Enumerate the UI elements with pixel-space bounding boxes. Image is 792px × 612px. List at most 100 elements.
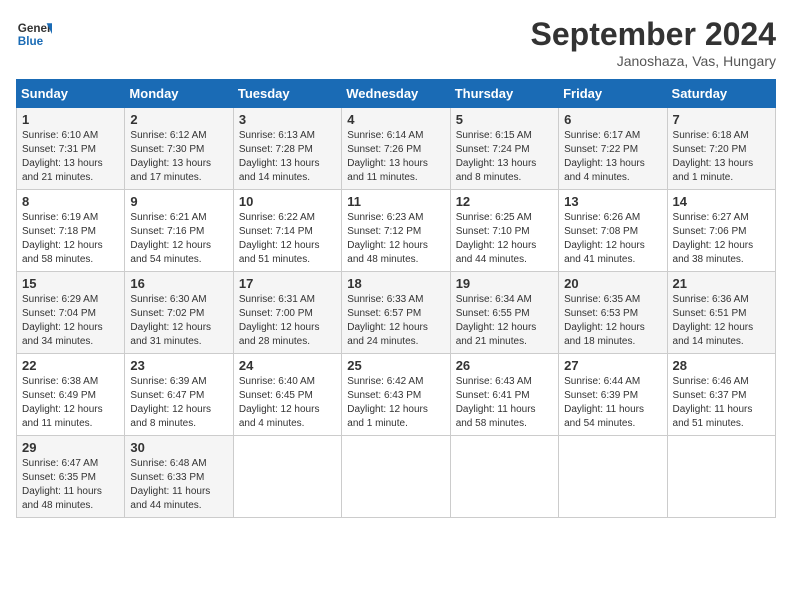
- calendar-cell: 19 Sunrise: 6:34 AM Sunset: 6:55 PM Dayli…: [450, 272, 558, 354]
- calendar-cell: 23 Sunrise: 6:39 AM Sunset: 6:47 PM Dayli…: [125, 354, 233, 436]
- day-info: Sunrise: 6:36 AM Sunset: 6:51 PM Dayligh…: [673, 293, 770, 349]
- day-number: 1: [22, 112, 119, 127]
- day-info: Sunrise: 6:38 AM Sunset: 6:49 PM Dayligh…: [22, 375, 119, 431]
- calendar-week-2: 8 Sunrise: 6:19 AM Sunset: 7:18 PM Daylig…: [17, 190, 776, 272]
- day-number: 18: [347, 276, 444, 291]
- day-number: 28: [673, 358, 770, 373]
- calendar-cell: 12 Sunrise: 6:25 AM Sunset: 7:10 PM Dayli…: [450, 190, 558, 272]
- day-number: 7: [673, 112, 770, 127]
- calendar-cell: 27Sunrise: 6:44 AM Sunset: 6:39 PM Dayli…: [559, 354, 667, 436]
- calendar-cell: 20Sunrise: 6:35 AM Sunset: 6:53 PM Dayli…: [559, 272, 667, 354]
- day-info: Sunrise: 6:47 AM Sunset: 6:35 PM Dayligh…: [22, 457, 119, 513]
- calendar-cell: 18 Sunrise: 6:33 AM Sunset: 6:57 PM Dayli…: [342, 272, 450, 354]
- day-number: 17: [239, 276, 336, 291]
- calendar-cell: 17 Sunrise: 6:31 AM Sunset: 7:00 PM Dayli…: [233, 272, 341, 354]
- weekday-sunday: Sunday: [17, 80, 125, 108]
- weekday-thursday: Thursday: [450, 80, 558, 108]
- day-number: 8: [22, 194, 119, 209]
- calendar-cell: 24Sunrise: 6:40 AM Sunset: 6:45 PM Dayli…: [233, 354, 341, 436]
- day-info: Sunrise: 6:14 AM Sunset: 7:26 PM Dayligh…: [347, 129, 444, 185]
- calendar-cell: 5 Sunrise: 6:15 AM Sunset: 7:24 PM Daylig…: [450, 108, 558, 190]
- day-info: Sunrise: 6:48 AM Sunset: 6:33 PM Dayligh…: [130, 457, 227, 513]
- day-info: Sunrise: 6:42 AM Sunset: 6:43 PM Dayligh…: [347, 375, 444, 431]
- day-number: 27: [564, 358, 661, 373]
- day-number: 16: [130, 276, 227, 291]
- day-info: Sunrise: 6:18 AM Sunset: 7:20 PM Dayligh…: [673, 129, 770, 185]
- day-number: 22: [22, 358, 119, 373]
- weekday-header-row: SundayMondayTuesdayWednesdayThursdayFrid…: [17, 80, 776, 108]
- calendar-cell: 2 Sunrise: 6:12 AM Sunset: 7:30 PM Daylig…: [125, 108, 233, 190]
- calendar-cell: 3 Sunrise: 6:13 AM Sunset: 7:28 PM Daylig…: [233, 108, 341, 190]
- day-info: Sunrise: 6:39 AM Sunset: 6:47 PM Dayligh…: [130, 375, 227, 431]
- day-info: Sunrise: 6:13 AM Sunset: 7:28 PM Dayligh…: [239, 129, 336, 185]
- calendar-cell: 11 Sunrise: 6:23 AM Sunset: 7:12 PM Dayli…: [342, 190, 450, 272]
- logo-icon: General Blue: [16, 16, 52, 52]
- day-info: Sunrise: 6:19 AM Sunset: 7:18 PM Dayligh…: [22, 211, 119, 267]
- day-number: 26: [456, 358, 553, 373]
- day-info: Sunrise: 6:26 AM Sunset: 7:08 PM Dayligh…: [564, 211, 661, 267]
- month-title: September 2024: [531, 16, 776, 53]
- day-number: 13: [564, 194, 661, 209]
- day-number: 9: [130, 194, 227, 209]
- calendar-cell: 9 Sunrise: 6:21 AM Sunset: 7:16 PM Daylig…: [125, 190, 233, 272]
- day-number: 19: [456, 276, 553, 291]
- calendar-cell: 26Sunrise: 6:43 AM Sunset: 6:41 PM Dayli…: [450, 354, 558, 436]
- calendar-cell: 10Sunrise: 6:22 AM Sunset: 7:14 PM Dayli…: [233, 190, 341, 272]
- day-info: Sunrise: 6:29 AM Sunset: 7:04 PM Dayligh…: [22, 293, 119, 349]
- day-number: 25: [347, 358, 444, 373]
- calendar-week-5: 29Sunrise: 6:47 AM Sunset: 6:35 PM Dayli…: [17, 436, 776, 518]
- weekday-wednesday: Wednesday: [342, 80, 450, 108]
- calendar-cell: 8 Sunrise: 6:19 AM Sunset: 7:18 PM Daylig…: [17, 190, 125, 272]
- calendar-body: 1 Sunrise: 6:10 AM Sunset: 7:31 PM Daylig…: [17, 108, 776, 518]
- weekday-monday: Monday: [125, 80, 233, 108]
- day-number: 3: [239, 112, 336, 127]
- day-info: Sunrise: 6:34 AM Sunset: 6:55 PM Dayligh…: [456, 293, 553, 349]
- calendar-cell: 7 Sunrise: 6:18 AM Sunset: 7:20 PM Daylig…: [667, 108, 775, 190]
- day-number: 12: [456, 194, 553, 209]
- calendar-cell: [559, 436, 667, 518]
- day-number: 5: [456, 112, 553, 127]
- day-number: 30: [130, 440, 227, 455]
- calendar-cell: 28 Sunrise: 6:46 AM Sunset: 6:37 PM Dayli…: [667, 354, 775, 436]
- day-number: 23: [130, 358, 227, 373]
- calendar-cell: [667, 436, 775, 518]
- day-number: 11: [347, 194, 444, 209]
- location-subtitle: Janoshaza, Vas, Hungary: [531, 53, 776, 69]
- calendar-cell: [233, 436, 341, 518]
- day-number: 14: [673, 194, 770, 209]
- day-info: Sunrise: 6:30 AM Sunset: 7:02 PM Dayligh…: [130, 293, 227, 349]
- day-number: 2: [130, 112, 227, 127]
- day-number: 24: [239, 358, 336, 373]
- calendar-cell: [450, 436, 558, 518]
- calendar-cell: 15Sunrise: 6:29 AM Sunset: 7:04 PM Dayli…: [17, 272, 125, 354]
- day-number: 6: [564, 112, 661, 127]
- logo: General Blue: [16, 16, 52, 52]
- day-info: Sunrise: 6:25 AM Sunset: 7:10 PM Dayligh…: [456, 211, 553, 267]
- day-info: Sunrise: 6:33 AM Sunset: 6:57 PM Dayligh…: [347, 293, 444, 349]
- calendar-cell: 30 Sunrise: 6:48 AM Sunset: 6:33 PM Dayli…: [125, 436, 233, 518]
- calendar-cell: 16 Sunrise: 6:30 AM Sunset: 7:02 PM Dayli…: [125, 272, 233, 354]
- day-info: Sunrise: 6:21 AM Sunset: 7:16 PM Dayligh…: [130, 211, 227, 267]
- calendar-week-4: 22 Sunrise: 6:38 AM Sunset: 6:49 PM Dayli…: [17, 354, 776, 436]
- calendar-cell: 4 Sunrise: 6:14 AM Sunset: 7:26 PM Daylig…: [342, 108, 450, 190]
- day-info: Sunrise: 6:35 AM Sunset: 6:53 PM Dayligh…: [564, 293, 661, 349]
- day-number: 4: [347, 112, 444, 127]
- calendar-cell: 13 Sunrise: 6:26 AM Sunset: 7:08 PM Dayli…: [559, 190, 667, 272]
- day-info: Sunrise: 6:12 AM Sunset: 7:30 PM Dayligh…: [130, 129, 227, 185]
- calendar-cell: 25 Sunrise: 6:42 AM Sunset: 6:43 PM Dayli…: [342, 354, 450, 436]
- calendar-cell: 6Sunrise: 6:17 AM Sunset: 7:22 PM Daylig…: [559, 108, 667, 190]
- calendar-cell: 21Sunrise: 6:36 AM Sunset: 6:51 PM Dayli…: [667, 272, 775, 354]
- day-info: Sunrise: 6:31 AM Sunset: 7:00 PM Dayligh…: [239, 293, 336, 349]
- calendar-cell: 1 Sunrise: 6:10 AM Sunset: 7:31 PM Daylig…: [17, 108, 125, 190]
- weekday-saturday: Saturday: [667, 80, 775, 108]
- day-number: 10: [239, 194, 336, 209]
- calendar-cell: 14Sunrise: 6:27 AM Sunset: 7:06 PM Dayli…: [667, 190, 775, 272]
- day-info: Sunrise: 6:10 AM Sunset: 7:31 PM Dayligh…: [22, 129, 119, 185]
- day-info: Sunrise: 6:15 AM Sunset: 7:24 PM Dayligh…: [456, 129, 553, 185]
- weekday-tuesday: Tuesday: [233, 80, 341, 108]
- calendar-week-1: 1 Sunrise: 6:10 AM Sunset: 7:31 PM Daylig…: [17, 108, 776, 190]
- calendar-cell: 22 Sunrise: 6:38 AM Sunset: 6:49 PM Dayli…: [17, 354, 125, 436]
- calendar-cell: [342, 436, 450, 518]
- day-info: Sunrise: 6:23 AM Sunset: 7:12 PM Dayligh…: [347, 211, 444, 267]
- day-info: Sunrise: 6:46 AM Sunset: 6:37 PM Dayligh…: [673, 375, 770, 431]
